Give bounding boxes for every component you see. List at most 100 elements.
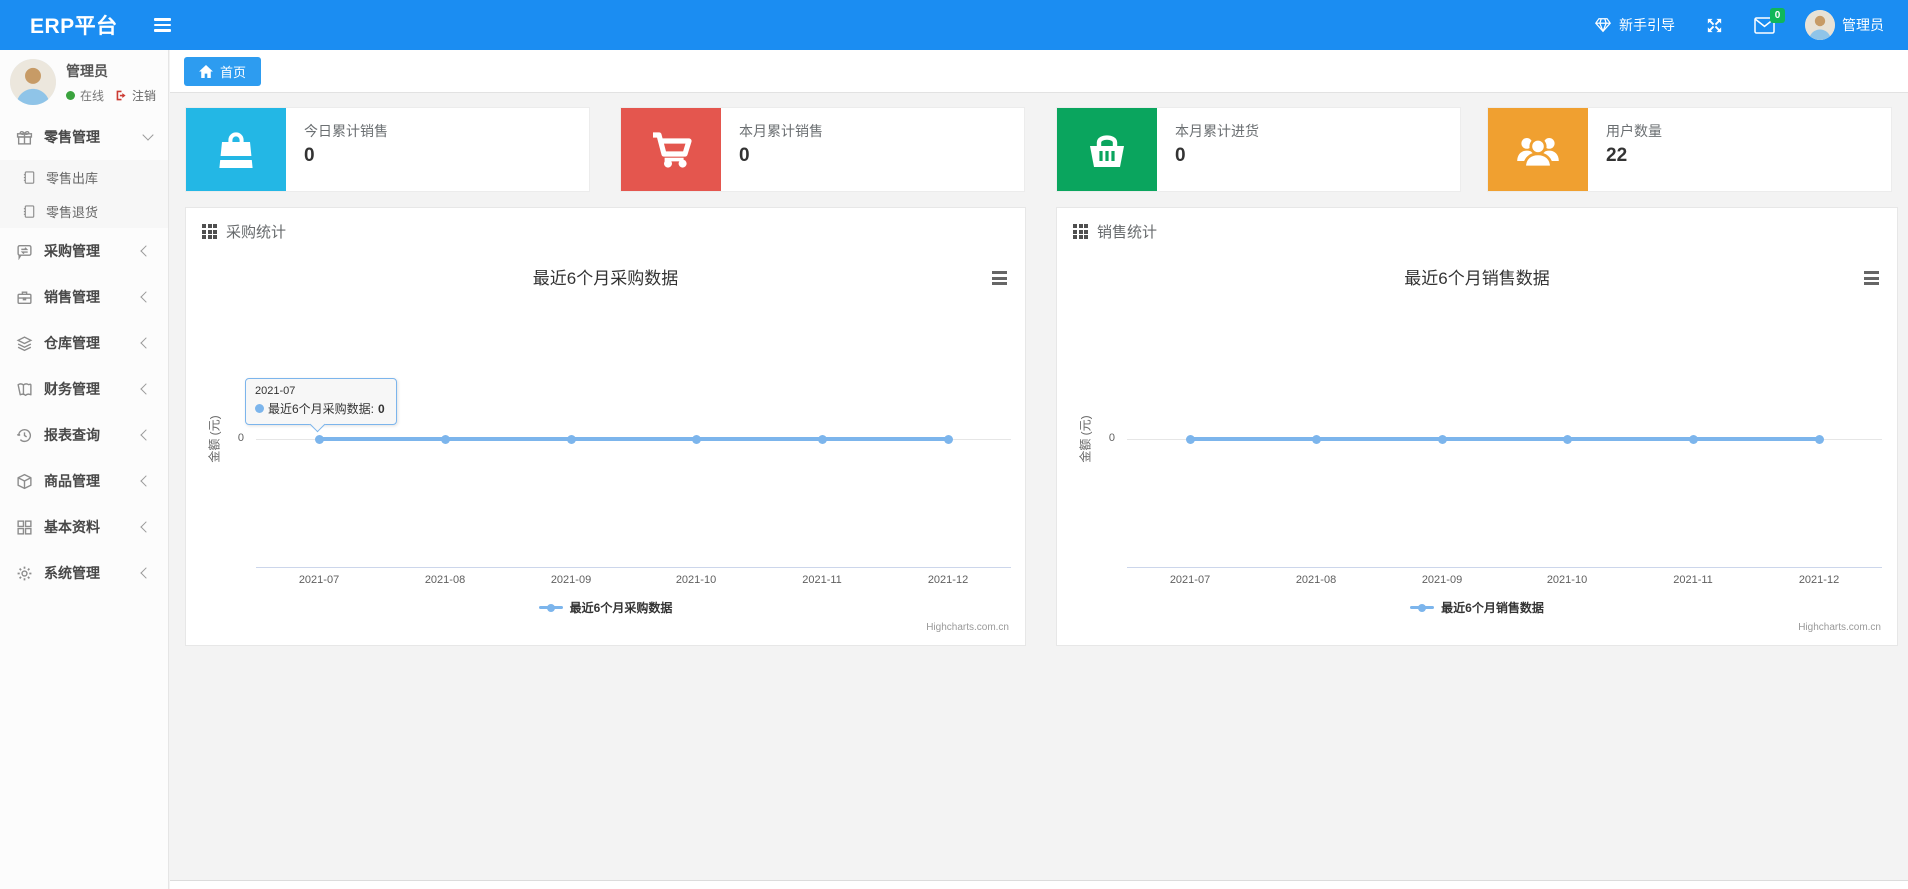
data-point-2021-09[interactable] [1437, 435, 1447, 444]
series-line [319, 437, 948, 441]
guide-button[interactable]: 新手引导 [1594, 15, 1675, 35]
x-tick-label: 2021-11 [1673, 574, 1713, 586]
exchange-icon [17, 244, 32, 260]
data-point-2021-07[interactable] [314, 435, 324, 444]
legend-item[interactable]: 最近6个月采购数据 [186, 599, 1025, 616]
data-point-2021-12[interactable] [943, 435, 953, 444]
stat-value: 0 [1175, 145, 1186, 166]
navbar-right: 新手引导 0 管理员 [1594, 7, 1884, 40]
data-point-2021-11[interactable] [1688, 435, 1698, 444]
mail-count-badge: 0 [1770, 7, 1785, 23]
sidebar-item-retail-return[interactable]: 零售退货 [0, 194, 168, 228]
x-tick-label: 2021-07 [1169, 574, 1211, 586]
sidebar-item-basic-data[interactable]: 基本资料 [0, 504, 168, 550]
gift-icon [16, 130, 33, 145]
sidebar-item-products[interactable]: 商品管理 [0, 458, 168, 504]
gear-icon [17, 566, 32, 580]
sidebar-item-reports[interactable]: 报表查询 [0, 412, 168, 458]
chevron-left-icon [140, 337, 152, 349]
chart-context-menu-button[interactable] [1859, 268, 1883, 288]
data-point-2021-08[interactable] [440, 435, 450, 444]
sidebar-item-retail-outbound[interactable]: 零售出库 [0, 160, 168, 194]
stat-card-month-sales: 本月累计销售 0 [620, 107, 1025, 192]
sidebar-item-purchase[interactable]: 采购管理 [0, 228, 168, 274]
data-point-2021-08[interactable] [1311, 435, 1321, 444]
sidebar-toggle-icon[interactable] [153, 18, 171, 32]
highcharts-credit-link[interactable]: Highcharts.com.cn [926, 622, 1009, 633]
chart-title: 最近6个月采购数据 [532, 269, 679, 288]
sidebar-item-retail[interactable]: 零售管理 [0, 114, 168, 160]
logout-button[interactable]: 注销 [115, 87, 156, 104]
chevron-left-icon [140, 429, 152, 441]
highcharts-credit-link[interactable]: Highcharts.com.cn [1798, 622, 1881, 633]
sidebar-user-block: 管理员 在线 注销 [0, 50, 168, 114]
messages-button[interactable]: 0 [1754, 7, 1785, 34]
retail-submenu: 零售出库 零售退货 [0, 160, 168, 228]
sidebar-avatar [10, 59, 56, 105]
table-grid-icon [1073, 224, 1088, 239]
purchase-stats-panel: 采购统计 最近6个月采购数据 金额 (元) 0 2021-07 2021-08 … [185, 207, 1026, 646]
home-icon [199, 65, 213, 78]
stat-card-user-count: 用户数量 22 [1487, 107, 1892, 192]
logout-icon [116, 90, 126, 100]
stat-card-today-sales: 今日累计销售 0 [185, 107, 590, 192]
sidebar-item-system[interactable]: 系统管理 [0, 550, 168, 596]
x-tick-label: 2021-11 [802, 574, 842, 586]
ledger-icon [17, 382, 32, 396]
journal-icon [23, 204, 35, 218]
panel-title: 采购统计 [226, 224, 287, 241]
x-tick-label: 2021-08 [1295, 574, 1337, 586]
stat-card-month-purchases: 本月累计进货 0 [1056, 107, 1461, 192]
tooltip-series-label: 最近6个月采购数据: [268, 402, 375, 416]
chart-tooltip: 2021-07 最近6个月采购数据: 0 [245, 378, 397, 425]
users-icon [1488, 108, 1588, 191]
layers-icon [16, 335, 33, 351]
tab-home[interactable]: 首页 [184, 57, 262, 86]
x-tick-label: 2021-12 [927, 574, 969, 586]
data-point-2021-07[interactable] [1185, 435, 1195, 444]
stat-label: 本月累计销售 [739, 123, 823, 139]
package-icon [17, 473, 32, 489]
x-tick-label: 2021-07 [298, 574, 340, 586]
x-tick-label: 2021-12 [1798, 574, 1840, 586]
journal-icon [23, 170, 35, 184]
data-point-2021-10[interactable] [691, 435, 701, 444]
history-icon [16, 428, 32, 442]
shopping-basket-icon [1057, 108, 1157, 191]
x-tick-label: 2021-08 [424, 574, 466, 586]
legend-item[interactable]: 最近6个月销售数据 [1057, 599, 1897, 616]
top-navbar: ERP平台 新手引导 0 管理员 [0, 0, 1908, 50]
user-menu[interactable]: 管理员 [1805, 10, 1884, 40]
chevron-left-icon [140, 291, 152, 303]
data-point-2021-11[interactable] [817, 435, 827, 444]
sales-stats-panel: 销售统计 最近6个月销售数据 金额 (元) 0 2021-07 2021-08 … [1056, 207, 1898, 646]
sidebar-item-warehouse[interactable]: 仓库管理 [0, 320, 168, 366]
gem-icon [1594, 16, 1612, 34]
fullscreen-button[interactable] [1705, 16, 1724, 35]
erp-dashboard: ERP平台 新手引导 0 管理员 管理员 在线 注销 零售管理 零售出库 零售退… [0, 0, 1908, 889]
x-tick-label: 2021-10 [1546, 574, 1588, 586]
chevron-left-icon [140, 383, 152, 395]
footer-strip [170, 880, 1908, 889]
stat-value: 22 [1606, 145, 1628, 166]
data-point-2021-09[interactable] [566, 435, 576, 444]
data-point-2021-10[interactable] [1562, 435, 1572, 444]
sidebar-item-sales[interactable]: 销售管理 [0, 274, 168, 320]
chevron-left-icon [140, 245, 152, 257]
grid-icon [17, 519, 32, 535]
fullscreen-icon [1707, 18, 1722, 32]
x-tick-label: 2021-09 [550, 574, 592, 586]
briefcase-icon [17, 290, 32, 304]
chart-context-menu-button[interactable] [987, 268, 1011, 288]
stat-label: 用户数量 [1606, 123, 1662, 139]
x-axis-line [1127, 567, 1882, 568]
data-point-2021-12[interactable] [1814, 435, 1824, 444]
tooltip-value: 0 [378, 401, 385, 416]
panel-title: 销售统计 [1097, 224, 1158, 241]
sidebar-menu: 零售管理 零售出库 零售退货 采购管理 销售管理 仓库管理 财务管理 报表查询 … [0, 114, 168, 596]
x-axis-line [256, 567, 1011, 568]
shopping-cart-icon [621, 108, 721, 191]
chart-title: 最近6个月销售数据 [1404, 269, 1550, 288]
sidebar-item-finance[interactable]: 财务管理 [0, 366, 168, 412]
legend-marker-icon [1410, 603, 1435, 612]
